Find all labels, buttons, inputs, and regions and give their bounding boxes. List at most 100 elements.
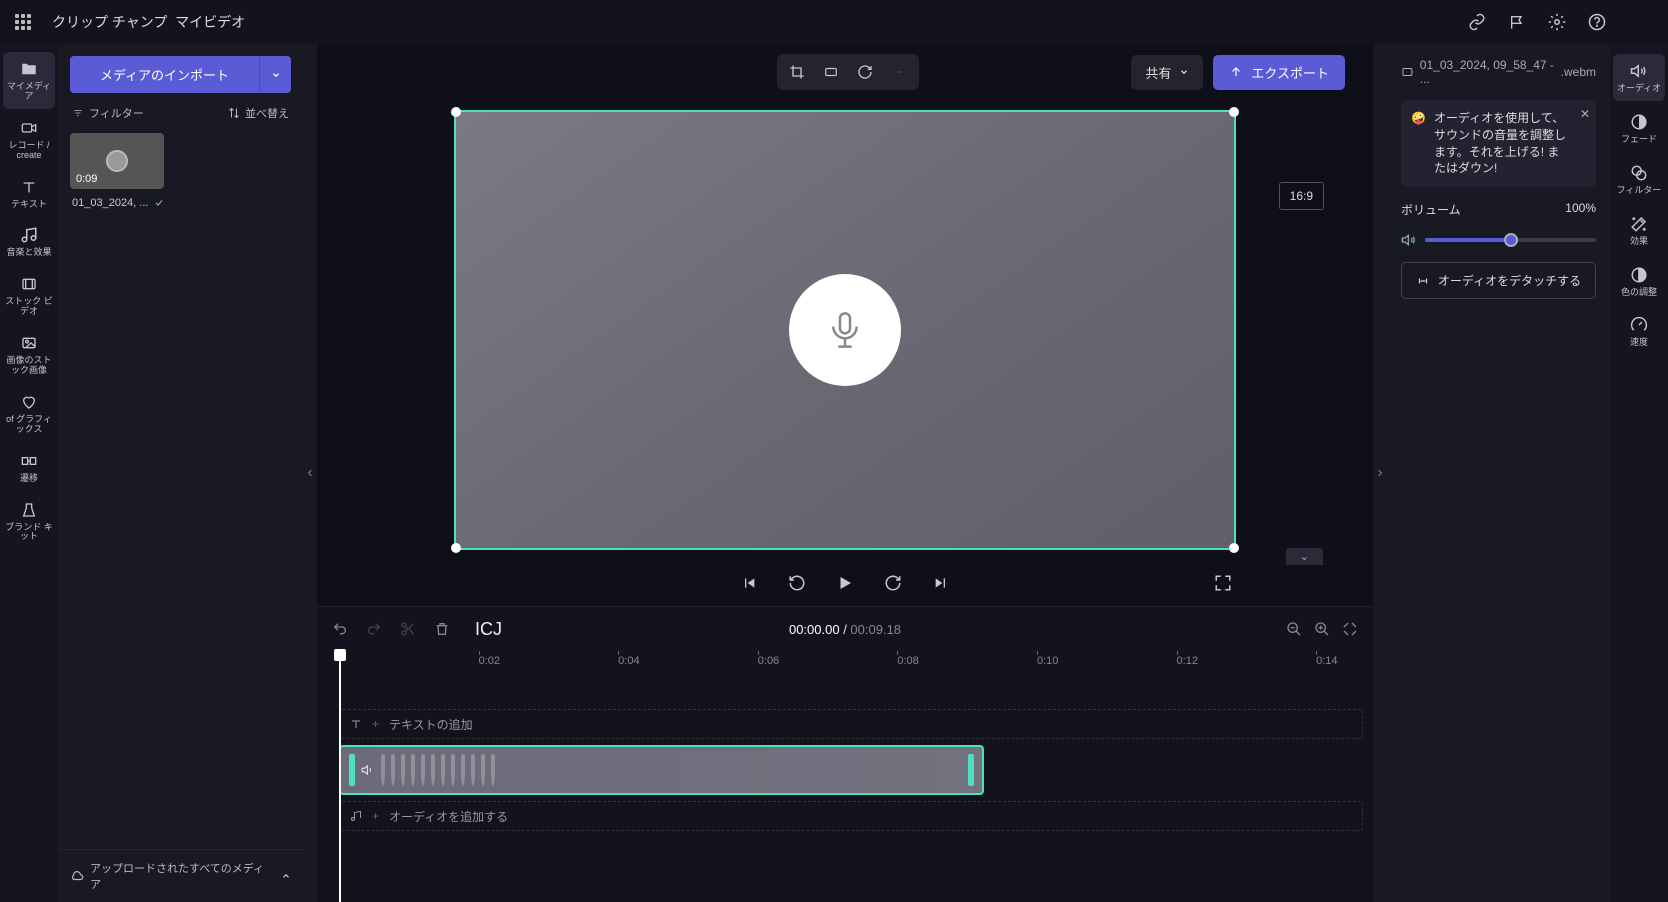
clip-handle-right[interactable] <box>968 754 974 786</box>
rotate-icon[interactable] <box>849 58 881 86</box>
filter-button[interactable]: フィルター <box>72 105 144 121</box>
play-icon[interactable] <box>835 573 855 593</box>
center-area: 共有 エクスポート 16:9 ⌄ <box>317 44 1373 902</box>
fit-icon[interactable] <box>815 58 847 86</box>
skip-end-icon[interactable] <box>931 573 951 593</box>
detach-audio-button[interactable]: オーディオをデタッチする <box>1401 262 1596 299</box>
preview-toolbar <box>777 54 919 90</box>
nav-brand-kit[interactable]: ブランド キット <box>3 493 55 550</box>
nav-text[interactable]: テキスト <box>3 170 55 217</box>
nav-record[interactable]: レコード / create <box>3 111 55 168</box>
add-text-track[interactable]: +テキストの追加 <box>339 709 1363 739</box>
link-icon[interactable] <box>1466 11 1488 33</box>
fit-timeline-icon[interactable] <box>1341 620 1359 638</box>
forward-icon[interactable] <box>883 573 903 593</box>
tip-card: 🤪 オーディオを使用して、サウンドの音量を調整します。それを上げる! またはダウ… <box>1401 100 1596 187</box>
nav-stock-image[interactable]: 画像のストック画像 <box>3 326 55 383</box>
import-dropdown-button[interactable] <box>259 56 291 93</box>
image-icon <box>19 333 39 353</box>
media-panel: メディアのインポート フィルター 並べ替え 0:09 01_03_2024, .… <box>58 44 303 902</box>
music-icon <box>19 225 39 245</box>
speaker-icon[interactable] <box>1401 232 1417 248</box>
transitions-icon <box>19 451 39 471</box>
folder-icon <box>19 59 39 79</box>
volume-label: ボリューム <box>1401 201 1461 218</box>
clip-handle-left[interactable] <box>349 754 355 786</box>
playhead[interactable] <box>339 651 341 902</box>
undo-icon[interactable] <box>331 620 349 638</box>
volume-slider[interactable] <box>1425 238 1596 242</box>
top-bar: クリップ チャンプ マイビデオ <box>0 0 1668 44</box>
fullscreen-icon[interactable] <box>1213 573 1233 593</box>
properties-panel: 01_03_2024, 09_58_47 - ....webm 🤪 オーディオを… <box>1387 44 1610 902</box>
collapse-left-button[interactable]: ‹ <box>303 44 317 902</box>
settings-icon[interactable] <box>1546 11 1568 33</box>
camera-icon <box>19 118 39 138</box>
playback-controls: ⌄ <box>317 560 1373 606</box>
rnav-fade[interactable]: フェード <box>1613 105 1665 152</box>
selected-file-label: 01_03_2024, 09_58_47 - ....webm <box>1401 58 1596 86</box>
timeline-clip[interactable] <box>339 745 984 795</box>
skip-start-icon[interactable] <box>739 573 759 593</box>
emoji-icon: 🤪 <box>1411 110 1426 177</box>
share-button[interactable]: 共有 <box>1131 55 1203 90</box>
thumbnail-duration: 0:09 <box>76 173 97 185</box>
video-track <box>339 745 1363 795</box>
crop-icon[interactable] <box>781 58 813 86</box>
right-nav: オーディオ フェード フィルター 効果 色の調整 速度 <box>1610 44 1668 902</box>
rewind-icon[interactable] <box>787 573 807 593</box>
sort-button[interactable]: 並べ替え <box>228 105 289 121</box>
speaker-icon <box>1629 61 1649 81</box>
timeline-title: ICJ <box>475 619 502 640</box>
close-tip-button[interactable]: ✕ <box>1580 106 1590 123</box>
zoom-out-icon[interactable] <box>1285 620 1303 638</box>
brand-icon <box>19 500 39 520</box>
add-audio-track[interactable]: +オーディオを追加する <box>339 801 1363 831</box>
time-display: 00:00.00 / 00:09.18 <box>789 622 901 637</box>
export-button[interactable]: エクスポート <box>1213 55 1345 90</box>
nav-stock-video[interactable]: ストック ビデオ <box>3 267 55 324</box>
resize-handle-tr[interactable] <box>1229 107 1239 117</box>
rnav-audio[interactable]: オーディオ <box>1613 54 1665 101</box>
chevron-up-icon <box>281 871 291 881</box>
filter-circles-icon <box>1629 163 1649 183</box>
rnav-speed[interactable]: 速度 <box>1613 308 1665 355</box>
cloud-icon <box>70 869 84 883</box>
nav-transitions[interactable]: 遷移 <box>3 444 55 491</box>
film-icon <box>19 274 39 294</box>
import-media-button[interactable]: メディアのインポート <box>70 56 259 93</box>
resize-handle-br[interactable] <box>1229 543 1239 553</box>
rnav-filter[interactable]: フィルター <box>1613 156 1665 203</box>
more-icon[interactable] <box>883 58 915 86</box>
nav-my-media[interactable]: マイメディア <box>3 52 55 109</box>
app-grid-icon[interactable] <box>12 11 34 33</box>
help-icon[interactable] <box>1586 11 1608 33</box>
heart-icon <box>19 392 39 412</box>
uploaded-media-toggle[interactable]: アップロードされたすべてのメディア <box>58 849 303 902</box>
app-name: クリップ チャンプ マイビデオ <box>52 12 245 32</box>
zoom-in-icon[interactable] <box>1313 620 1331 638</box>
resize-handle-tl[interactable] <box>451 107 461 117</box>
mic-graphic <box>789 274 901 386</box>
preview-canvas[interactable]: 16:9 <box>454 110 1236 550</box>
expand-timeline-button[interactable]: ⌄ <box>1286 548 1323 565</box>
contrast-icon <box>1629 265 1649 285</box>
cut-icon[interactable] <box>399 620 417 638</box>
nav-graphics[interactable]: of グラフィックス <box>3 385 55 442</box>
collapse-right-button[interactable]: › <box>1373 44 1387 902</box>
resize-handle-bl[interactable] <box>451 543 461 553</box>
rnav-color[interactable]: 色の調整 <box>1613 258 1665 305</box>
timeline-ruler[interactable]: 0:02 0:04 0:06 0:08 0:10 0:12 0:14 <box>339 651 1373 673</box>
timeline: ICJ 00:00.00 / 00:09.18 0:02 0:04 0:06 0… <box>317 606 1373 902</box>
delete-icon[interactable] <box>433 620 451 638</box>
flag-icon[interactable] <box>1506 11 1528 33</box>
film-icon <box>1401 66 1414 78</box>
rnav-effects[interactable]: 効果 <box>1613 207 1665 254</box>
clip-name-label: 01_03_2024, ... <box>72 197 289 209</box>
redo-icon[interactable] <box>365 620 383 638</box>
fade-icon <box>1629 112 1649 132</box>
nav-music[interactable]: 音楽と效果 <box>3 218 55 265</box>
volume-value: 100% <box>1565 201 1596 218</box>
aspect-ratio-button[interactable]: 16:9 <box>1279 182 1324 210</box>
media-thumbnail[interactable]: 0:09 <box>70 133 164 189</box>
